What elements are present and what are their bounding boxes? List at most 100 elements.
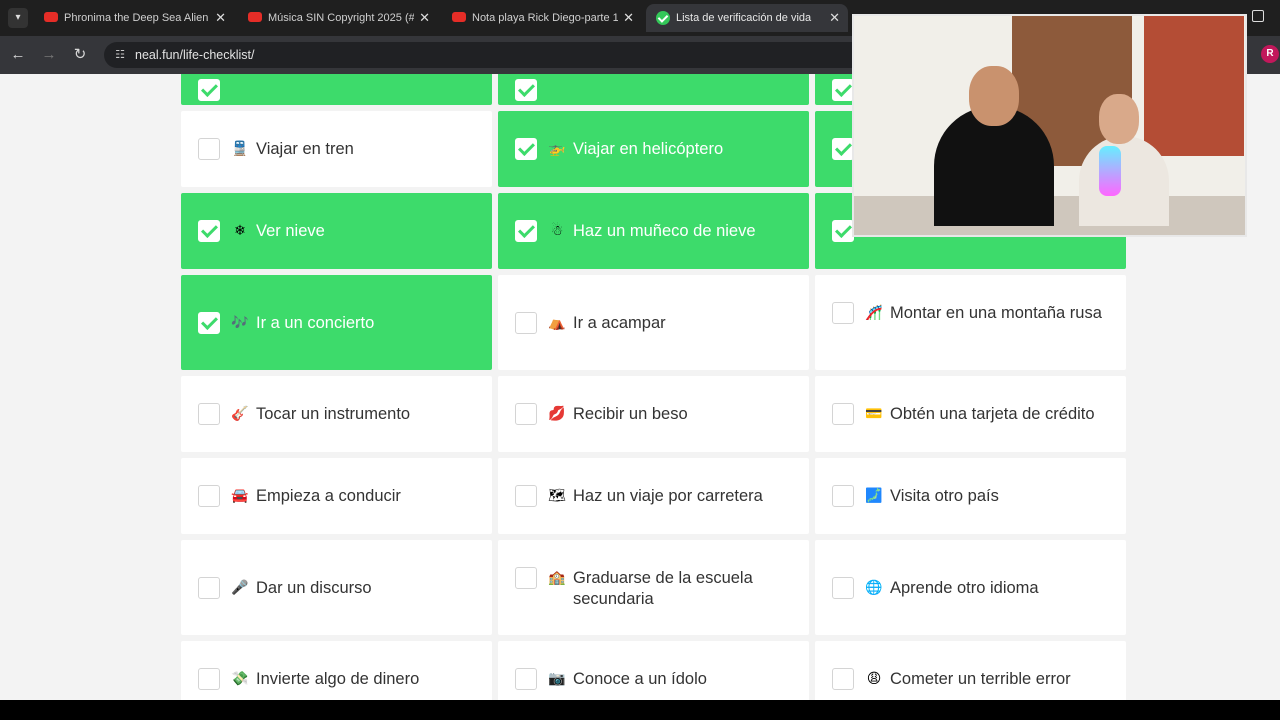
site-info-icon[interactable]: ☷ [112,47,128,63]
item-label: Dar un discurso [256,578,372,597]
checkbox[interactable] [198,668,220,690]
webcam-overlay [852,14,1247,237]
item-emoji-icon: 🗺 [548,488,566,504]
checkbox[interactable] [515,485,537,507]
check-circle-icon [656,11,670,25]
address-bar[interactable]: ☷ neal.fun/life-checklist/ [104,42,864,68]
item-emoji-icon: ❄ [234,223,246,239]
profile-avatar[interactable]: R [1261,45,1279,63]
checkbox[interactable] [198,576,220,599]
checklist-item[interactable]: 📷 Conoce a un ídolo [498,641,809,700]
reload-icon[interactable]: ↻ [69,44,91,66]
checkbox-checked[interactable] [198,79,220,101]
close-icon[interactable]: ✕ [215,4,226,32]
item-label: Recibir un beso [573,405,688,423]
checklist-item[interactable]: 💋 Recibir un beso [498,376,809,452]
item-emoji-icon: 😩 [866,671,882,687]
checkbox-checked[interactable] [515,79,537,101]
item-label: Montar en una montaña rusa [890,304,1102,322]
tab-title: Nota playa Rick Diego-parte 1. [472,12,618,24]
url-text[interactable]: neal.fun/life-checklist/ [135,42,255,68]
item-emoji-icon: 🚘 [231,488,249,504]
checklist-item[interactable]: 🗺 Haz un viaje por carretera [498,458,809,534]
checkbox-checked[interactable] [198,220,220,242]
checkbox[interactable] [515,403,537,425]
item-emoji-icon: 💸 [231,671,249,687]
checkbox-checked[interactable] [515,220,537,242]
checklist-item[interactable]: 🎤 Dar un discurso [181,540,492,635]
browser-tab-active[interactable]: Lista de verificación de vida ✕ [646,4,848,32]
checkbox-checked[interactable] [198,311,220,334]
checklist-item[interactable]: 🎸 Tocar un instrumento [181,376,492,452]
browser-tab[interactable]: Música SIN Copyright 2025 (#2 ✕ [238,4,438,32]
checkbox-checked[interactable] [515,138,537,160]
checklist-item[interactable]: ☃ Haz un muñeco de nieve [498,193,809,269]
item-emoji-icon: 🎸 [231,406,249,422]
browser-tab[interactable]: Nota playa Rick Diego-parte 1. ✕ [442,4,642,32]
close-icon[interactable]: ✕ [829,4,840,32]
checkbox[interactable] [832,576,854,599]
checklist-item[interactable]: 🏫 Graduarse de la escuela secundaria [498,540,809,635]
checkbox[interactable] [198,138,220,160]
tab-title: Phronima the Deep Sea Alien | [64,12,210,24]
item-emoji-icon: ☃ [550,223,564,239]
checklist-item[interactable]: 💸 Invierte algo de dinero [181,641,492,700]
forward-arrow-icon[interactable]: → [38,44,60,66]
item-label: Visita otro país [890,487,999,505]
tab-title: Música SIN Copyright 2025 (#2 [268,12,414,24]
youtube-icon [452,12,466,22]
checkbox[interactable] [832,403,854,425]
checklist-item[interactable]: 🌐 Aprende otro idioma [815,540,1126,635]
item-label: Viajar en helicóptero [573,140,724,158]
item-emoji-icon: 💋 [548,406,566,422]
close-icon[interactable]: ✕ [419,4,430,32]
item-label: Haz un muñeco de nieve [573,222,756,240]
item-label: Aprende otro idioma [890,578,1039,597]
checklist-item[interactable]: 🚘 Empieza a conducir [181,458,492,534]
checklist-item[interactable]: 🎶 Ir a un concierto [181,275,492,370]
checkbox-checked[interactable] [832,79,854,101]
checklist-item[interactable] [181,74,492,105]
checkbox-checked[interactable] [832,138,854,160]
close-icon[interactable]: ✕ [623,4,634,32]
window-restore-icon[interactable] [1252,10,1264,22]
item-label: Graduarse de la escuela secundaria [573,569,753,608]
item-emoji-icon: ⛺ [548,314,566,331]
item-label: Viajar en tren [256,140,354,158]
item-emoji-icon: 🗾 [865,488,883,504]
item-emoji-icon: 🚆 [231,141,249,157]
checkbox[interactable] [515,567,537,589]
item-label: Invierte algo de dinero [256,670,420,688]
checklist-item[interactable]: ❄ Ver nieve [181,193,492,269]
checkbox[interactable] [198,485,220,507]
browser-tab[interactable]: Phronima the Deep Sea Alien | ✕ [34,4,234,32]
item-emoji-icon: 🚁 [548,141,566,157]
checklist-item[interactable]: ⛺ Ir a acampar [498,275,809,370]
checkbox[interactable] [515,311,537,334]
checklist-item[interactable]: 🚆 Viajar en tren [181,111,492,187]
item-label: Haz un viaje por carretera [573,487,763,505]
checkbox[interactable] [515,668,537,690]
checkbox[interactable] [832,302,854,324]
back-arrow-icon[interactable]: ← [7,44,29,66]
checklist-item[interactable]: 😩 Cometer un terrible error [815,641,1126,700]
tab-search-chevron-icon[interactable]: ▾ [8,8,28,28]
checklist-item[interactable]: 🗾 Visita otro país [815,458,1126,534]
checkbox-checked[interactable] [832,220,854,242]
item-label: Ir a un concierto [256,313,375,332]
checklist-item[interactable] [498,74,809,105]
checklist-item[interactable]: 💳 Obtén una tarjeta de crédito [815,376,1126,452]
checklist-item[interactable]: 🎢 Montar en una montaña rusa [815,275,1126,370]
item-emoji-icon: 🌐 [865,579,883,596]
item-emoji-icon: 🎤 [231,579,249,596]
item-emoji-icon: 🎶 [231,314,249,331]
item-label: Obtén una tarjeta de crédito [890,405,1095,423]
item-emoji-icon: 🏫 [548,570,566,586]
checkbox[interactable] [832,485,854,507]
youtube-icon [248,12,262,22]
checkbox[interactable] [832,668,854,690]
checkbox[interactable] [198,403,220,425]
item-emoji-icon: 💳 [865,406,883,422]
checklist-item[interactable]: 🚁 Viajar en helicóptero [498,111,809,187]
item-label: Cometer un terrible error [890,670,1071,688]
